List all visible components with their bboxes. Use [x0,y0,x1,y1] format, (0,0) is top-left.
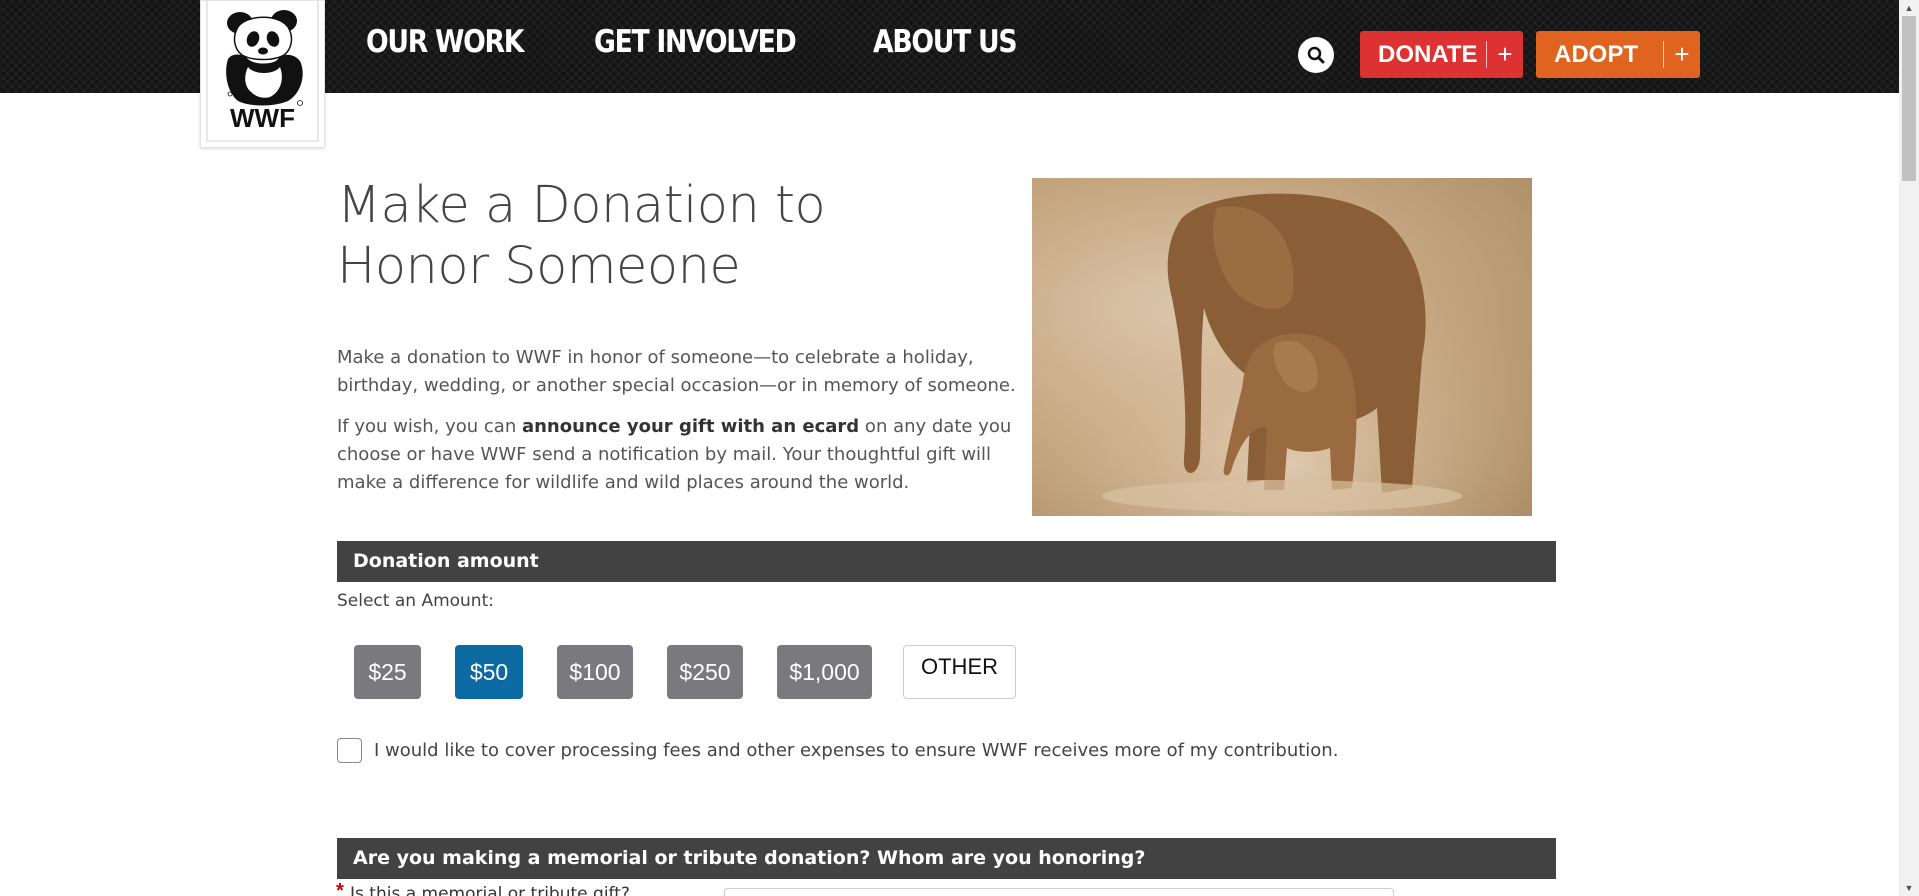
amount-100-button[interactable]: $100 [557,645,633,699]
donate-button[interactable]: DONATE + [1360,31,1523,78]
amount-other-input[interactable]: OTHER [903,645,1016,699]
panda-icon [226,10,303,106]
tribute-type-select[interactable] [724,888,1394,896]
amount-50-button[interactable]: $50 [455,645,523,699]
scroll-down-icon[interactable]: ▼ [1899,880,1919,896]
ecard-paragraph: If you wish, you can announce your gift … [337,413,1017,497]
plus-icon: + [1497,39,1513,69]
amount-25-button[interactable]: $25 [354,645,421,699]
tribute-section-header: Are you making a memorial or tribute don… [337,838,1556,879]
intro-paragraph: Make a donation to WWF in honor of someo… [337,347,1016,396]
scroll-thumb[interactable] [1902,16,1916,181]
nav-get-involved[interactable]: GET INVOLVED [594,24,797,60]
page-title: Make a Donation to Honor Someone [337,176,826,296]
adopt-button[interactable]: ADOPT + [1536,31,1700,78]
amount-1000-button[interactable]: $1,000 [777,645,872,699]
nav-about-us[interactable]: ABOUT US [873,24,1018,60]
donate-label: DONATE [1378,40,1478,68]
cover-fees-checkbox[interactable] [337,738,362,763]
main-nav: OUR WORK GET INVOLVED ABOUT US [366,24,1039,60]
elephants-image [1032,178,1532,516]
amount-250-button[interactable]: $250 [667,645,743,699]
logo-frame: WWF [206,1,319,142]
required-marker: * [336,880,344,896]
cover-fees-label[interactable]: I would like to cover processing fees an… [374,740,1338,761]
search-button[interactable] [1298,37,1334,73]
tribute-question-label: Is this a memorial or tribute gift? [350,884,630,896]
ecard-link-text: announce your gift with an ecard [521,416,860,437]
vertical-scrollbar[interactable]: ▲ ▼ [1899,0,1919,896]
ecard-text-start: If you wish, you can [337,416,522,437]
nav-our-work[interactable]: OUR WORK [366,24,524,60]
plus-icon: + [1674,39,1690,69]
search-icon [1307,46,1325,64]
wwf-logo[interactable]: WWF [200,0,325,148]
adopt-label: ADOPT [1554,40,1638,68]
elephants-photo [1032,178,1532,516]
logo-text: WWF [230,103,295,133]
donation-amount-header: Donation amount [337,541,1556,582]
select-amount-label: Select an Amount: [337,591,494,611]
scroll-up-icon[interactable]: ▲ [1899,0,1919,16]
